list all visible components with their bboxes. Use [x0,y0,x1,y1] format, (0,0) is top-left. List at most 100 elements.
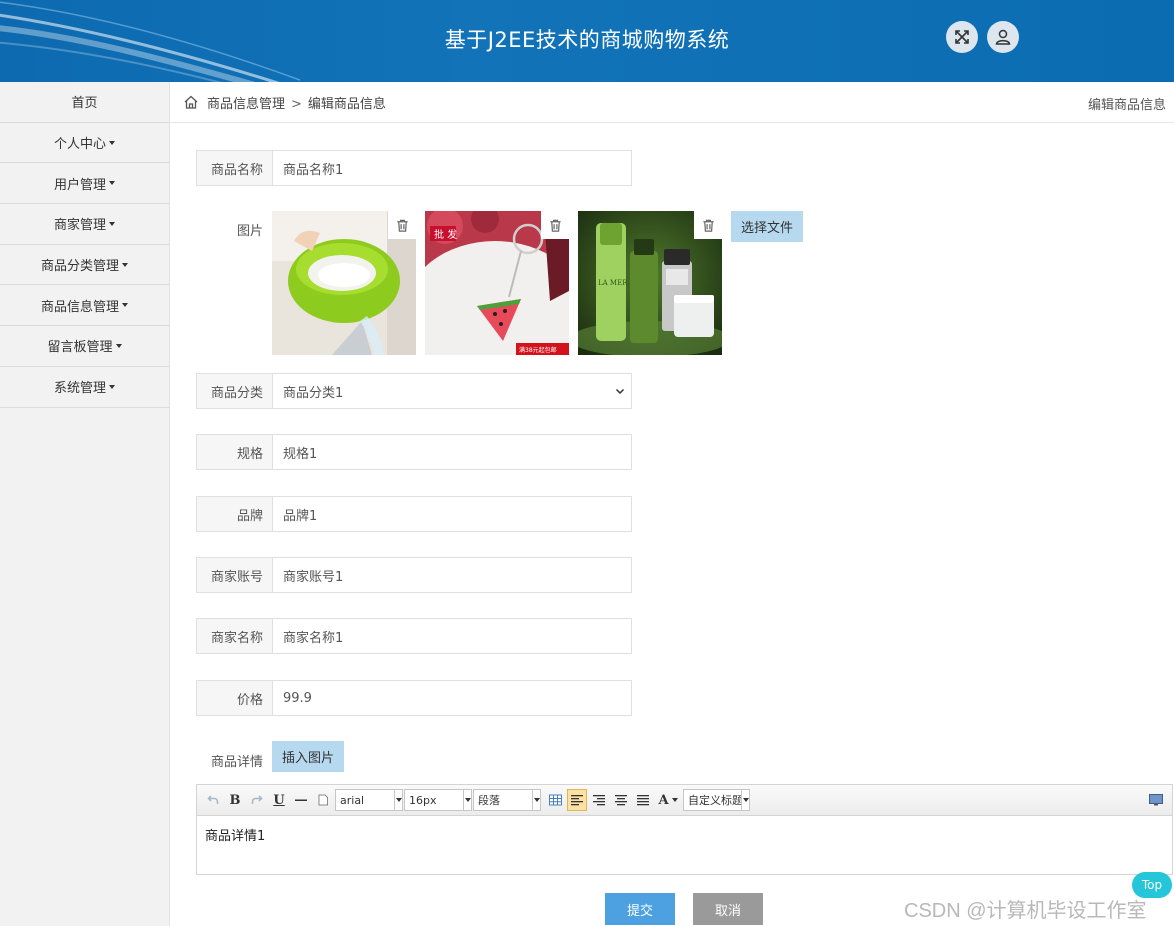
align-justify-icon [637,795,649,806]
category-select[interactable]: 商品分类1 [273,374,631,408]
breadcrumb-current: 编辑商品信息 [307,96,386,112]
horizontal-rule-icon [295,799,307,801]
horizontal-rule-button[interactable] [291,789,311,811]
price-input[interactable] [283,690,631,706]
caret-down-icon [109,181,115,186]
spec-input[interactable] [283,444,631,460]
sidebar-item-merchant-management[interactable]: 商家管理 [0,204,169,245]
underline-button[interactable]: U [269,789,289,811]
sidebar-item-personal-center[interactable]: 个人中心 [0,123,169,164]
fullscreen-button[interactable] [946,21,978,53]
spec-label: 规格 [197,435,273,469]
merchant-account-input[interactable] [283,567,631,583]
detail-label: 商品详情 [210,755,263,770]
rich-text-editor: B U arial 16px 段落 A 自定义标题 商品详情1 [196,784,1173,875]
merchant-account-field: 商家账号 [196,557,632,593]
font-family-value: arial [340,793,365,807]
insert-table-button[interactable] [545,789,565,811]
trash-icon [702,219,714,232]
merchant-account-label: 商家账号 [197,558,273,592]
breadcrumb-trail: 商品信息管理 > 编辑商品信息 [207,93,386,112]
chevron-down-icon [615,388,625,395]
sidebar-item-message-board[interactable]: 留言板管理 [0,326,169,367]
sidebar-item-label: 留言板管理 [47,340,113,356]
align-center-button[interactable] [611,789,631,811]
undo-button[interactable] [203,789,223,811]
choose-file-button[interactable]: 选择文件 [731,211,803,242]
merchant-name-field: 商家名称 [196,618,632,654]
caret-down-icon [109,221,115,226]
sidebar-item-label: 商品分类管理 [40,259,119,275]
delete-image-3-button[interactable] [694,211,722,239]
caret-down-icon [115,343,122,348]
merchant-name-input[interactable] [283,628,631,644]
align-left-button[interactable] [567,789,587,811]
brand-label-1: LA MER [598,279,628,287]
paragraph-value: 段落 [478,794,500,807]
align-justify-button[interactable] [633,789,653,811]
name-input[interactable] [283,160,631,176]
breadcrumb-separator: > [291,96,302,112]
bold-button[interactable]: B [225,789,245,811]
paragraph-select[interactable]: 段落 [473,789,541,811]
preview-button[interactable] [1146,789,1166,811]
sidebar-item-home[interactable]: 首页 [0,82,169,123]
product-image-3: LA MER [578,211,722,355]
sidebar-item-label: 首页 [71,96,98,112]
font-family-select[interactable]: arial [335,789,403,811]
sidebar-item-product-management[interactable]: 商品信息管理 [0,285,169,327]
sidebar-item-label: 个人中心 [53,137,106,153]
price-field: 价格 [196,680,632,716]
category-field: 商品分类 商品分类1 [196,373,632,409]
delete-image-2-button[interactable] [541,211,569,239]
editor-toolbar: B U arial 16px 段落 A 自定义标题 [197,785,1172,816]
font-size-select[interactable]: 16px [404,789,472,811]
cancel-button[interactable]: 取消 [693,893,763,925]
document-icon [318,794,328,806]
back-to-top-button[interactable]: Top [1132,872,1172,898]
align-right-icon [593,795,605,806]
image-price-tag: 满38元起包邮 [519,346,557,354]
align-right-button[interactable] [589,789,609,811]
brand-input[interactable] [283,506,631,522]
redo-icon [251,795,263,804]
caret-down-icon [122,303,128,308]
align-left-icon [571,795,583,806]
image-badge-text: 批 发 [434,228,457,241]
align-center-icon [615,795,627,806]
home-icon[interactable] [183,94,199,110]
spec-field: 规格 [196,434,632,470]
insert-image-button[interactable]: 插入图片 [272,741,344,772]
undo-icon [207,795,219,804]
watermark-text: CSDN @计算机毕设工作室 [904,900,1147,922]
sidebar-item-label: 用户管理 [53,177,106,193]
price-label: 价格 [197,681,273,715]
product-image-2: 批 发 满38元起包邮 [425,211,569,355]
editor-content[interactable]: 商品详情1 [197,816,1172,853]
custom-title-select[interactable]: 自定义标题 [683,789,750,811]
font-size-value: 16px [409,793,437,807]
product-image-1 [272,211,416,355]
sidebar: 首页 个人中心 用户管理 商家管理 商品分类管理 商品信息管理 留言板管理 系统… [0,82,170,926]
submit-button[interactable]: 提交 [605,893,675,925]
font-color-button[interactable]: A [655,789,681,811]
redo-button[interactable] [247,789,267,811]
clear-format-button[interactable] [313,789,333,811]
sidebar-item-category-management[interactable]: 商品分类管理 [0,245,169,286]
caret-down-icon [122,262,128,267]
delete-image-1-button[interactable] [388,211,416,239]
breadcrumb-parent[interactable]: 商品信息管理 [207,97,285,112]
category-label: 商品分类 [197,374,273,408]
breadcrumb: 商品信息管理 > 编辑商品信息 编辑商品信息 [170,82,1174,123]
trash-icon [396,219,408,232]
caret-down-icon [109,384,115,389]
page-title: 编辑商品信息 [1087,98,1166,113]
sidebar-item-user-management[interactable]: 用户管理 [0,163,169,205]
name-field: 商品名称 [196,150,632,186]
user-button[interactable] [987,21,1019,53]
sidebar-item-system-management[interactable]: 系统管理 [0,367,169,408]
user-icon [995,29,1011,45]
font-color-label: A [658,792,669,808]
table-icon [548,794,562,806]
name-label: 商品名称 [197,151,273,185]
